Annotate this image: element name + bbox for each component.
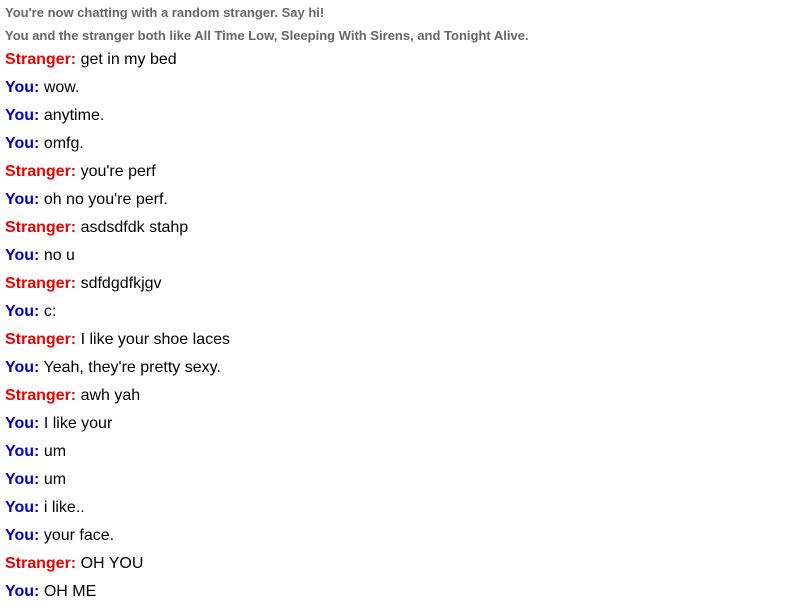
message-row: You: your face. <box>5 522 800 550</box>
speaker-label: Stranger: <box>5 331 77 348</box>
message-row: Stranger: sdfdgdfkjgv <box>5 270 800 298</box>
speaker-label: Stranger: <box>5 275 77 292</box>
message-text: asdsdfdk stahp <box>80 219 189 236</box>
message-row: You: anytime. <box>5 102 800 130</box>
message-row: Stranger: I like your shoe laces <box>5 326 800 354</box>
connection-status-message: You're now chatting with a random strang… <box>5 5 325 20</box>
message-text: wow. <box>43 79 80 96</box>
message-list: Stranger: get in my bed You: wow. You: a… <box>5 46 800 606</box>
message-row: You: c: <box>5 298 800 326</box>
message-row: You: wow. <box>5 74 800 102</box>
message-text: I like your <box>43 415 113 432</box>
message-row: You: Yeah, they're pretty sexy. <box>5 354 800 382</box>
message-row: You: i like.. <box>5 494 800 522</box>
message-row: You: um <box>5 466 800 494</box>
message-row: You: omfg. <box>5 130 800 158</box>
message-text: um <box>43 471 67 488</box>
speaker-label: You: <box>5 191 40 208</box>
message-text: OH YOU <box>80 555 144 572</box>
speaker-label: Stranger: <box>5 555 77 572</box>
message-row: You: OH ME <box>5 578 800 606</box>
message-text: c: <box>43 303 57 320</box>
message-text: anytime. <box>43 107 105 124</box>
message-row: Stranger: you're perf <box>5 158 800 186</box>
speaker-label: Stranger: <box>5 163 77 180</box>
message-text: get in my bed <box>80 51 177 68</box>
speaker-label: Stranger: <box>5 51 77 68</box>
speaker-label: You: <box>5 79 40 96</box>
speaker-label: You: <box>5 135 40 152</box>
speaker-label: You: <box>5 303 40 320</box>
message-row: Stranger: asdsdfdk stahp <box>5 214 800 242</box>
message-row: You: oh no you're perf. <box>5 186 800 214</box>
speaker-label: You: <box>5 247 40 264</box>
speaker-label: Stranger: <box>5 387 77 404</box>
message-text: no u <box>43 247 75 264</box>
message-text: Yeah, they're pretty sexy. <box>43 359 221 376</box>
speaker-label: You: <box>5 527 40 544</box>
message-text: awh yah <box>80 387 141 404</box>
message-text: you're perf <box>80 163 156 180</box>
message-row: Stranger: get in my bed <box>5 46 800 74</box>
message-row: You: um <box>5 438 800 466</box>
speaker-label: You: <box>5 583 40 600</box>
message-text: your face. <box>43 527 115 544</box>
message-text: I like your shoe laces <box>80 331 230 348</box>
speaker-label: You: <box>5 471 40 488</box>
message-row: You: I like your <box>5 410 800 438</box>
speaker-label: Stranger: <box>5 219 77 236</box>
speaker-label: You: <box>5 415 40 432</box>
speaker-label: You: <box>5 107 40 124</box>
speaker-label: You: <box>5 359 40 376</box>
message-text: OH ME <box>43 583 97 600</box>
message-text: um <box>43 443 67 460</box>
speaker-label: You: <box>5 443 40 460</box>
message-row: Stranger: OH YOU <box>5 550 800 578</box>
message-text: omfg. <box>43 135 84 152</box>
message-text: oh no you're perf. <box>43 191 168 208</box>
message-text: i like.. <box>43 499 85 516</box>
message-row: You: no u <box>5 242 800 270</box>
message-text: sdfdgdfkjgv <box>80 275 162 292</box>
chat-log: You're now chatting with a random strang… <box>5 0 800 606</box>
common-likes-message: You and the stranger both like All Time … <box>5 28 529 43</box>
message-row: Stranger: awh yah <box>5 382 800 410</box>
speaker-label: You: <box>5 499 40 516</box>
